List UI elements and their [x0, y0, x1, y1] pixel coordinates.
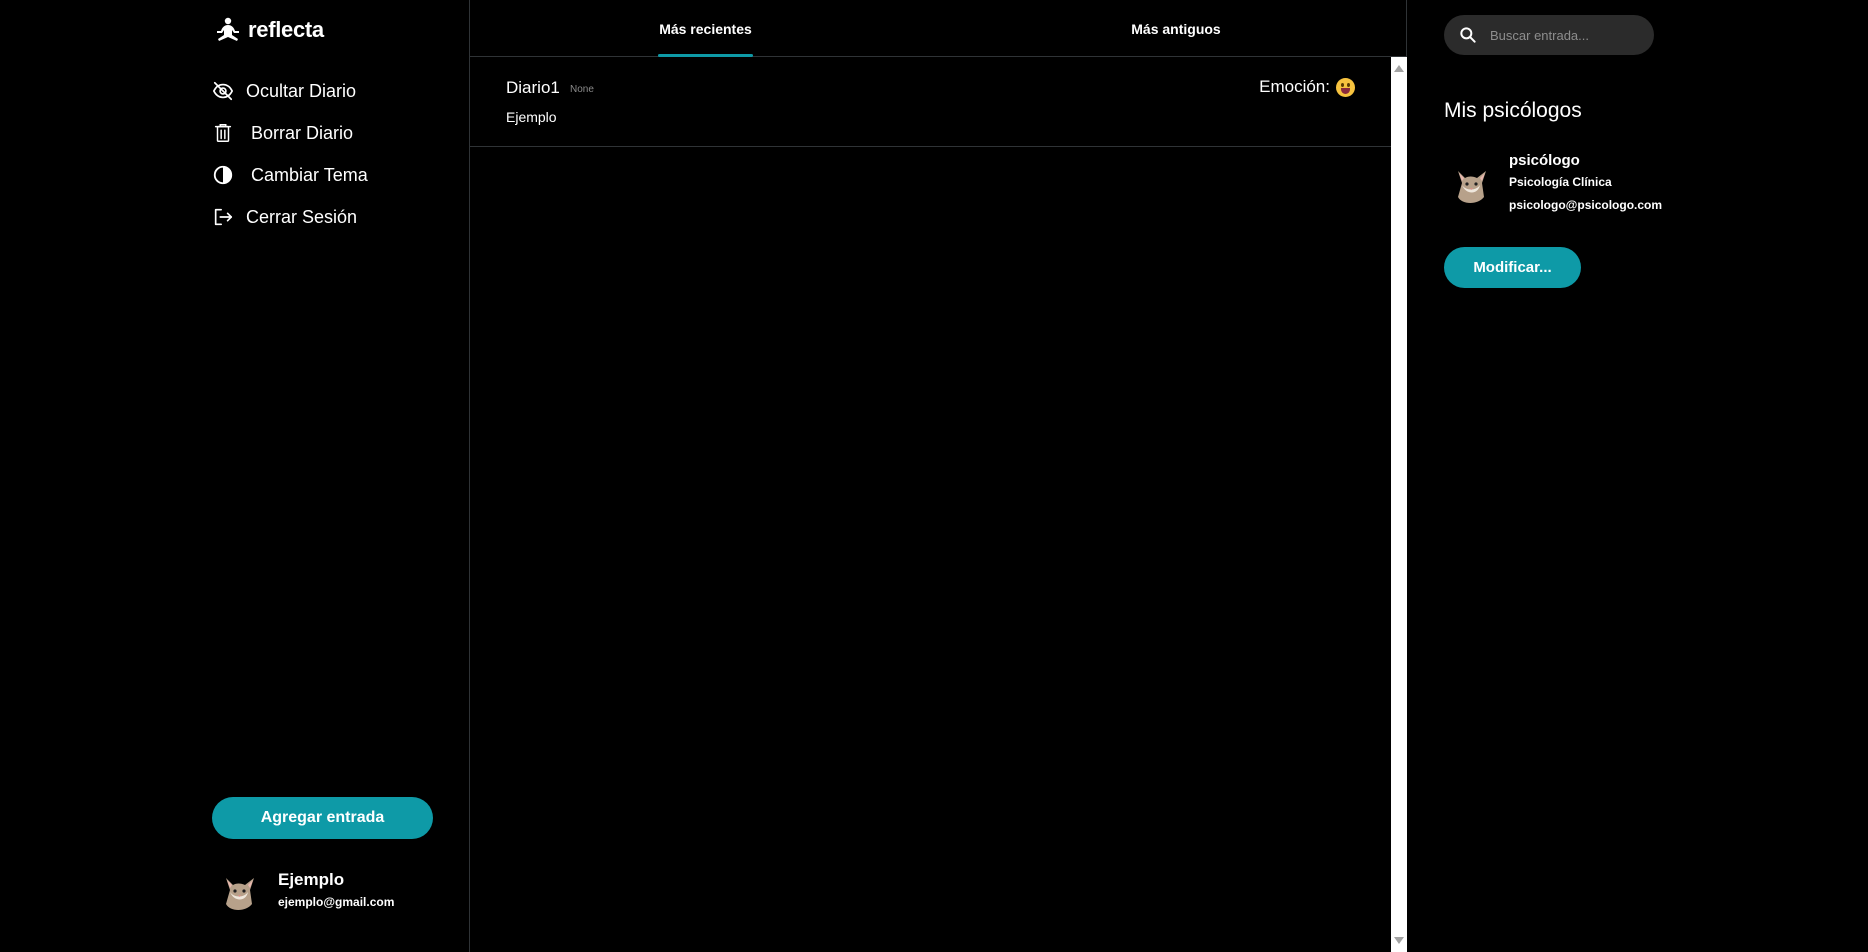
- hide-diary-item[interactable]: Ocultar Diario: [212, 70, 368, 112]
- sidebar-item-label: Ocultar Diario: [246, 80, 357, 101]
- search-input[interactable]: [1488, 26, 1638, 44]
- sidebar-item-label: Cerrar Sesión: [246, 206, 358, 227]
- entry-title: Diario1: [506, 78, 560, 97]
- cat-avatar-icon: [1458, 171, 1486, 203]
- change-theme-item[interactable]: Cambiar Tema: [212, 154, 368, 196]
- tab-most-recent[interactable]: Más recientes: [656, 0, 755, 57]
- trash-icon: [212, 122, 234, 144]
- cat-avatar-icon: [226, 878, 254, 910]
- user-name: Ejemplo: [278, 870, 345, 889]
- psychologist-email: psicologo@psicologo.com: [1509, 198, 1663, 212]
- psychologist-name: psicólogo: [1509, 152, 1580, 169]
- avatar: [212, 864, 262, 914]
- logout-item[interactable]: Cerrar Sesión: [212, 196, 368, 238]
- entry-emotion: Emoción:: [1259, 77, 1355, 97]
- psychologists-heading: Mis psicólogos: [1444, 99, 1582, 122]
- grinning-tongue-emoji-icon: [1336, 77, 1355, 97]
- logout-icon: [212, 206, 234, 228]
- psychologist-card[interactable]: psicólogo Psicología Clínica psicologo@p…: [1444, 152, 1662, 212]
- diary-entry[interactable]: Diario1 None Ejemplo Emoción:: [470, 57, 1391, 147]
- contrast-icon: [212, 164, 234, 186]
- right-sidebar: Mis psicólogos psicólogo Psicología Clín…: [1407, 0, 1868, 952]
- vertical-scrollbar[interactable]: [1391, 57, 1407, 952]
- user-profile[interactable]: Ejemplo ejemplo@gmail.com: [212, 864, 394, 914]
- search-box[interactable]: [1444, 15, 1654, 55]
- sort-tabs: Más recientes Más antiguos: [470, 0, 1407, 57]
- delete-diary-item[interactable]: Borrar Diario: [212, 112, 368, 154]
- scroll-up-arrow-icon[interactable]: [1394, 65, 1404, 72]
- scroll-down-arrow-icon[interactable]: [1394, 937, 1404, 944]
- main-feed: Más recientes Más antiguos Diario1 None …: [470, 0, 1407, 952]
- app-name: reflecta: [248, 17, 324, 42]
- app-logo[interactable]: reflecta: [214, 16, 324, 44]
- avatar: [1444, 157, 1494, 207]
- sidebar-item-label: Cambiar Tema: [251, 164, 368, 185]
- user-email: ejemplo@gmail.com: [278, 895, 395, 909]
- tab-oldest[interactable]: Más antiguos: [1126, 0, 1226, 57]
- entry-meta: None: [570, 84, 594, 95]
- sidebar-nav: Ocultar Diario Borrar Diario Cambiar Tem…: [212, 70, 368, 238]
- eye-off-icon: [212, 80, 234, 102]
- left-sidebar: reflecta Ocultar Diario Borrar Diario Ca…: [0, 0, 470, 952]
- entry-body: Ejemplo: [506, 109, 557, 125]
- psychologist-specialty: Psicología Clínica: [1509, 175, 1612, 189]
- add-entry-button[interactable]: Agregar entrada: [212, 797, 433, 839]
- modify-button[interactable]: Modificar...: [1444, 247, 1581, 288]
- search-icon: [1460, 27, 1476, 43]
- emotion-label: Emoción:: [1259, 77, 1330, 96]
- meditation-icon: [217, 17, 239, 41]
- sidebar-item-label: Borrar Diario: [251, 122, 354, 143]
